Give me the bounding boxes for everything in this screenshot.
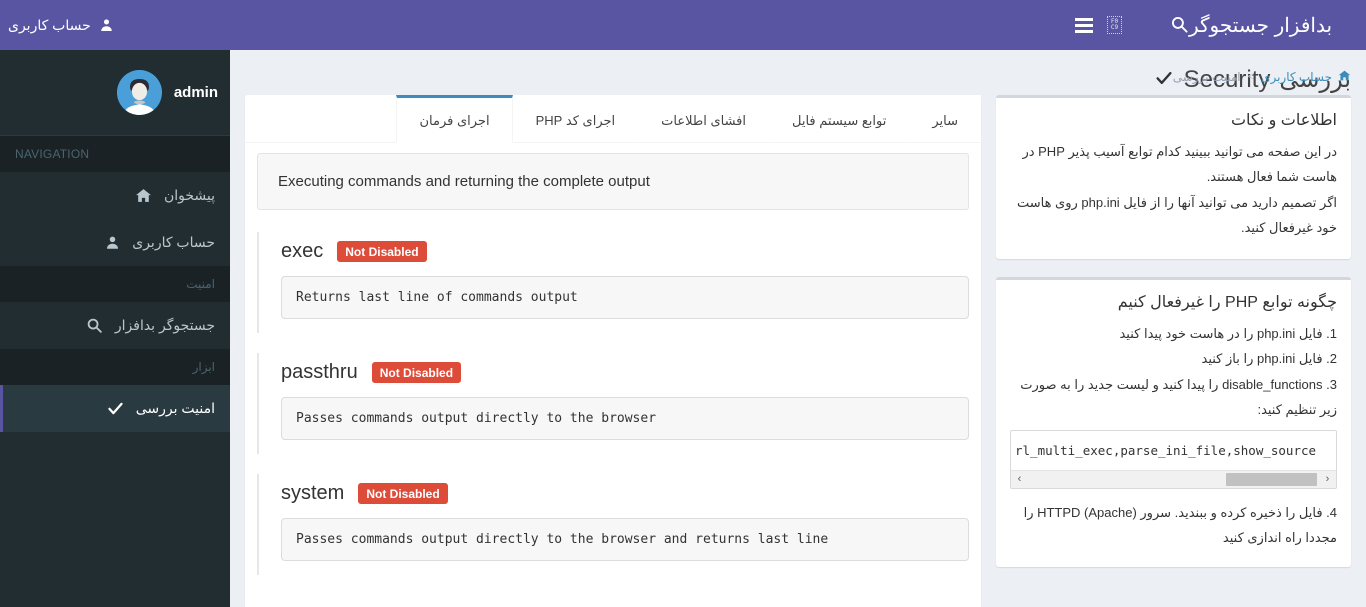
sidebar-header-navigation: NAVIGATION: [0, 136, 230, 172]
breadcrumb-home[interactable]: حساب کاربری: [1261, 69, 1351, 85]
info-box-line1: در این صفحه می توانید ببینید کدام توابع …: [1022, 144, 1337, 184]
account-menu-button[interactable]: حساب کاربری: [8, 17, 114, 34]
brand-logo[interactable]: بدافزار جستجوگر: [1136, 0, 1366, 50]
missing-glyph-icon: F0 C9: [1107, 16, 1122, 34]
info-box-body: در این صفحه می توانید ببینید کدام توابع …: [996, 134, 1351, 259]
howto-steps-list: 1. فایل php.ini را در هاست خود پیدا کنید…: [1010, 322, 1337, 423]
function-card: exec Not Disabled Returns last line of c…: [257, 232, 969, 333]
search-icon: [85, 317, 105, 334]
info-box: اطلاعات و نکات در این صفحه می توانید ببی…: [996, 95, 1351, 259]
disable-functions-code-value: rl_multi_exec,parse_ini_file,show_source: [1015, 442, 1317, 458]
info-box-title: اطلاعات و نکات: [1230, 112, 1337, 129]
sidebar-item-dashboard[interactable]: پیشخوان: [0, 172, 230, 219]
function-description: Passes commands output directly to the b…: [281, 397, 969, 440]
sidebar-item-malware-scanner[interactable]: جستجوگر بدافزار: [0, 302, 230, 349]
howto-box: چگونه توابع PHP را غیرفعال کنیم 1. فایل …: [996, 276, 1351, 567]
sidebar-item-label: جستجوگر بدافزار: [114, 317, 215, 333]
status-badge: Not Disabled: [358, 483, 448, 504]
tab-list: اجرای فرمان اجرای کد PHP افشای اطلاعات ت…: [245, 95, 981, 143]
breadcrumb: حساب کاربری > امنیت بررسی: [1173, 69, 1351, 85]
search-icon: [1170, 15, 1189, 40]
howto-step: 3. disable_functions را پیدا کنید و لیست…: [1020, 377, 1337, 417]
function-card-header: passthru Not Disabled: [281, 361, 969, 384]
function-card-header: system Not Disabled: [281, 482, 969, 505]
sidebar-item-label: امنیت بررسی: [135, 400, 215, 416]
tab-other[interactable]: سایر: [909, 95, 981, 143]
sidebar-item-label: حساب کاربری: [132, 234, 215, 250]
check-icon: [106, 400, 126, 417]
avatar: [116, 70, 162, 115]
function-description: Passes commands output directly to the b…: [281, 518, 969, 561]
left-sidebar: admin NAVIGATION پیشخوان حساب کاربری امن…: [0, 50, 230, 607]
function-card: passthru Not Disabled Passes commands ou…: [257, 353, 969, 454]
info-box-header: اطلاعات و نکات: [996, 98, 1351, 134]
scrollbar-thumb[interactable]: [1225, 473, 1317, 487]
howto-box-title: چگونه توابع PHP را غیرفعال کنیم: [1117, 293, 1337, 311]
tab-information-disclosure[interactable]: افشای اطلاعات: [638, 95, 769, 143]
sidebar-user-name: admin: [173, 84, 218, 101]
breadcrumb-separator: >: [1247, 71, 1255, 83]
app-root: بدافزار جستجوگر F0 C9 حساب کاربری admin …: [0, 0, 1366, 607]
check-icon: [1153, 69, 1175, 91]
content-wrapper: Security بررسی حساب کاربری > امنیت بررسی: [230, 50, 1366, 607]
tab-command-execution[interactable]: اجرای فرمان: [396, 95, 513, 143]
brand-logo-label: بدافزار جستجوگر: [1188, 14, 1333, 37]
user-icon: [102, 234, 122, 251]
sidebar-header-security: امنیت: [0, 266, 230, 302]
function-name: exec: [281, 240, 324, 262]
tab-filesystem-functions[interactable]: توابع سیستم فایل: [769, 95, 910, 143]
tab-description: Executing commands and returning the com…: [257, 153, 969, 210]
howto-box-body: 1. فایل php.ini را در هاست خود پیدا کنید…: [996, 316, 1351, 567]
navbar-left-controls: F0 C9: [1073, 14, 1122, 37]
chevron-left-icon[interactable]: ‹: [1011, 471, 1028, 489]
top-navbar: بدافزار جستجوگر F0 C9 حساب کاربری: [0, 0, 1366, 50]
account-menu-label: حساب کاربری: [8, 16, 91, 33]
chevron-right-icon[interactable]: ›: [1319, 471, 1336, 489]
breadcrumb-current: امنیت بررسی: [1172, 70, 1241, 84]
home-icon: [134, 187, 154, 204]
disable-functions-code-box[interactable]: rl_multi_exec,parse_ini_file,show_source…: [1010, 429, 1337, 490]
scrollbar-track[interactable]: [1028, 471, 1319, 489]
status-badge: Not Disabled: [371, 362, 462, 383]
howto-step: 2. فایل php.ini را باز کنید: [1201, 351, 1337, 367]
howto-step: 1. فایل php.ini را در هاست خود پیدا کنید: [1119, 325, 1337, 341]
tab-php-code-execution[interactable]: اجرای کد PHP: [512, 95, 639, 143]
function-name: passthru: [281, 361, 358, 383]
horizontal-scrollbar[interactable]: ‹ ›: [1011, 470, 1336, 489]
function-card-header: exec Not Disabled: [281, 240, 969, 263]
sidebar-item-security-check[interactable]: امنیت بررسی: [0, 385, 230, 432]
tabs-column: اجرای فرمان اجرای کد PHP افشای اطلاعات ت…: [245, 95, 981, 607]
home-icon: [1338, 69, 1351, 85]
function-card: system Not Disabled Passes commands outp…: [257, 474, 969, 575]
status-badge: Not Disabled: [337, 241, 427, 262]
howto-final-step: 4. فایل را ذخیره کرده و ببندید. سرور HTT…: [1023, 505, 1337, 545]
user-icon: [99, 17, 114, 33]
main-row: اطلاعات و نکات در این صفحه می توانید ببی…: [230, 95, 1366, 607]
breadcrumb-home-label: حساب کاربری: [1261, 70, 1332, 84]
sidebar-item-label: پیشخوان: [163, 187, 215, 203]
sidebar-item-account[interactable]: حساب کاربری: [0, 219, 230, 266]
info-column: اطلاعات و نکات در این صفحه می توانید ببی…: [981, 95, 1351, 607]
sidebar-toggle-button[interactable]: [1073, 14, 1095, 37]
function-description: Returns last line of commands output: [281, 276, 969, 319]
missing-glyph-bottom: C9: [1110, 24, 1119, 31]
sidebar-user-panel[interactable]: admin: [0, 50, 230, 136]
content-header: Security بررسی حساب کاربری > امنیت بررسی: [230, 50, 1366, 95]
function-name: system: [281, 482, 345, 504]
tab-content: Executing commands and returning the com…: [245, 143, 981, 607]
sidebar-header-tools: ابزار: [0, 349, 230, 385]
tabs-panel: اجرای فرمان اجرای کد PHP افشای اطلاعات ت…: [245, 95, 981, 607]
info-box-line2: اگر تصمیم دارید می توانید آنها را از فای…: [1016, 195, 1337, 236]
howto-box-header: چگونه توابع PHP را غیرفعال کنیم: [996, 280, 1351, 316]
navbar-right-section: F0 C9 حساب کاربری: [0, 0, 1136, 50]
